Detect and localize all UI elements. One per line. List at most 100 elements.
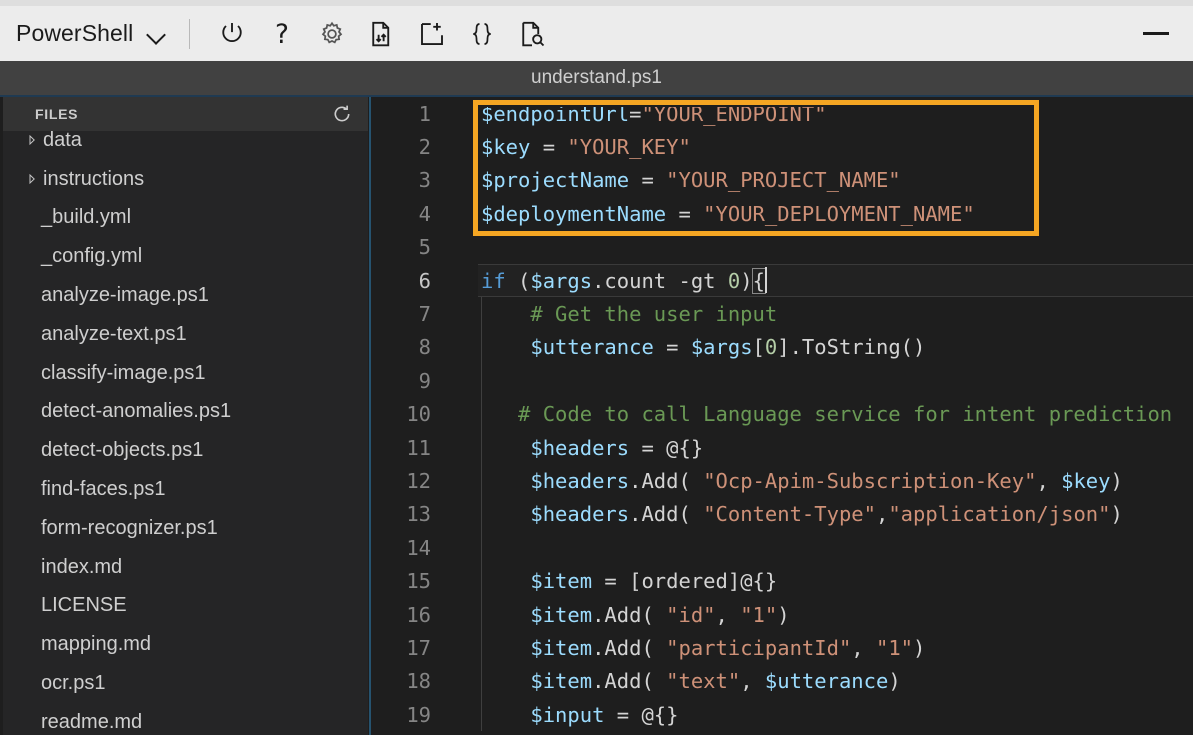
code-token: ].ToString() xyxy=(777,335,925,359)
line-number: 7 xyxy=(371,297,447,330)
code-line[interactable]: 9 xyxy=(371,364,1193,397)
chevron-right-icon[interactable] xyxy=(23,134,41,146)
code-line[interactable]: 4$deploymentName = "YOUR_DEPLOYMENT_NAME… xyxy=(371,197,1193,230)
refresh-icon[interactable] xyxy=(330,102,354,126)
chevron-down-icon xyxy=(147,28,167,40)
code-token: , xyxy=(851,636,876,660)
code-line[interactable]: 13 $headers.Add( "Content-Type","applica… xyxy=(371,498,1193,531)
files-sidebar: FILES datainstructions _build.yml _config.… xyxy=(0,97,368,735)
code-line[interactable]: 7 # Get the user input xyxy=(371,297,1193,330)
code-line[interactable]: 11 $headers = @{} xyxy=(371,431,1193,464)
code-token: $item xyxy=(530,636,592,660)
code-line-text: # Get the user input xyxy=(481,297,777,330)
file-name-label: analyze-text.ps1 xyxy=(41,323,187,346)
code-token: , xyxy=(716,603,741,627)
code-token: $utterance xyxy=(530,335,653,359)
file-tree-item[interactable]: _config.yml xyxy=(3,237,368,276)
code-editor[interactable]: 1$endpointUrl="YOUR_ENDPOINT"2$key = "YO… xyxy=(371,97,1193,735)
code-line[interactable]: 6if ($args.count -gt 0){ xyxy=(371,264,1193,297)
help-question-icon[interactable]: ? xyxy=(260,12,304,56)
code-token: "id" xyxy=(666,603,715,627)
code-token xyxy=(481,469,530,493)
file-name-label: index.md xyxy=(41,556,122,579)
new-file-icon[interactable] xyxy=(410,12,454,56)
code-line-text: $item.Add( "id", "1") xyxy=(481,598,790,631)
code-line[interactable]: 18 $item.Add( "text", $utterance) xyxy=(371,665,1193,698)
code-token: ) xyxy=(888,669,900,693)
indent-guide xyxy=(481,364,482,397)
code-token: , xyxy=(1036,469,1061,493)
file-tree-item[interactable]: form-recognizer.ps1 xyxy=(3,509,368,548)
code-line[interactable]: 1$endpointUrl="YOUR_ENDPOINT" xyxy=(371,97,1193,130)
file-tree-item[interactable]: index.md xyxy=(3,548,368,587)
files-panel-title: FILES xyxy=(35,106,78,122)
code-line[interactable]: 3$projectName = "YOUR_PROJECT_NAME" xyxy=(371,164,1193,197)
power-icon[interactable] xyxy=(210,12,254,56)
toolbar-divider xyxy=(189,19,190,49)
code-line[interactable]: 12 $headers.Add( "Ocp-Apim-Subscription-… xyxy=(371,464,1193,497)
line-number: 1 xyxy=(371,97,447,130)
code-line[interactable]: 15 $item = [ordered]@{} xyxy=(371,564,1193,597)
line-number: 19 xyxy=(371,698,447,731)
file-tree-folder[interactable]: instructions xyxy=(3,160,368,199)
code-line[interactable]: 2$key = "YOUR_KEY" xyxy=(371,130,1193,163)
file-tree-item[interactable]: LICENSE xyxy=(3,587,368,626)
line-number: 17 xyxy=(371,631,447,664)
code-token: , xyxy=(876,502,888,526)
minimize-button[interactable] xyxy=(1133,19,1179,49)
code-line[interactable]: 17 $item.Add( "participantId", "1") xyxy=(371,631,1193,664)
file-tree-item[interactable]: detect-anomalies.ps1 xyxy=(3,393,368,432)
code-line[interactable]: 10 # Code to call Language service for i… xyxy=(371,398,1193,431)
file-tree-item[interactable]: detect-objects.ps1 xyxy=(3,431,368,470)
code-line[interactable]: 16 $item.Add( "id", "1") xyxy=(371,598,1193,631)
shell-type-label: PowerShell xyxy=(16,20,133,47)
code-line[interactable]: 19 $input = @{} xyxy=(371,698,1193,731)
code-token: "YOUR_ENDPOINT" xyxy=(641,102,826,126)
code-token: $key xyxy=(481,135,530,159)
code-token xyxy=(481,335,530,359)
code-line[interactable]: 8 $utterance = $args[0].ToString() xyxy=(371,331,1193,364)
code-line[interactable]: 14 xyxy=(371,531,1193,564)
code-braces-icon[interactable] xyxy=(460,12,504,56)
code-token: $headers xyxy=(530,502,629,526)
file-name-label: _build.yml xyxy=(41,206,131,229)
code-token: .Add( xyxy=(592,669,666,693)
code-line-text: $headers.Add( "Content-Type","applicatio… xyxy=(481,498,1123,531)
code-token xyxy=(481,569,530,593)
line-number: 6 xyxy=(371,264,447,297)
code-token: ) xyxy=(777,603,789,627)
workbench: FILES datainstructions _build.yml _config.… xyxy=(0,95,1193,735)
chevron-right-icon[interactable] xyxy=(23,173,41,185)
code-line[interactable]: 5 xyxy=(371,231,1193,264)
file-name-label: detect-anomalies.ps1 xyxy=(41,400,231,423)
file-tree-item[interactable]: ocr.ps1 xyxy=(3,664,368,703)
code-token: "Content-Type" xyxy=(703,502,876,526)
code-token: = @{} xyxy=(604,703,678,727)
file-name-label: ocr.ps1 xyxy=(41,672,105,695)
file-tree-item[interactable]: readme.md xyxy=(3,703,368,735)
file-tree-item[interactable]: mapping.md xyxy=(3,625,368,664)
file-tree-item[interactable]: find-faces.ps1 xyxy=(3,470,368,509)
code-token: = xyxy=(629,168,666,192)
file-list[interactable]: datainstructions_build.yml_config.ymlana… xyxy=(3,131,368,735)
code-token: $projectName xyxy=(481,168,629,192)
file-tree-item[interactable]: _build.yml xyxy=(3,199,368,238)
preview-file-icon[interactable] xyxy=(510,12,554,56)
upload-download-file-icon[interactable] xyxy=(360,12,404,56)
code-token: "YOUR_DEPLOYMENT_NAME" xyxy=(703,202,975,226)
code-token: "Ocp-Apim-Subscription-Key" xyxy=(703,469,1036,493)
code-line-text: $item.Add( "participantId", "1") xyxy=(481,631,925,664)
file-tree-item[interactable]: analyze-image.ps1 xyxy=(3,276,368,315)
line-number: 9 xyxy=(371,364,447,397)
code-token xyxy=(481,636,530,660)
files-panel-header: FILES xyxy=(3,97,368,131)
file-tree-folder[interactable]: data xyxy=(3,131,368,160)
line-number: 4 xyxy=(371,197,447,230)
file-tree-item[interactable]: classify-image.ps1 xyxy=(3,354,368,393)
code-token xyxy=(481,436,530,460)
code-token: 0 xyxy=(765,335,777,359)
file-tree-item[interactable]: analyze-text.ps1 xyxy=(3,315,368,354)
shell-type-selector[interactable]: PowerShell xyxy=(16,20,167,47)
code-token: $key xyxy=(1061,469,1110,493)
settings-gear-icon[interactable] xyxy=(310,12,354,56)
